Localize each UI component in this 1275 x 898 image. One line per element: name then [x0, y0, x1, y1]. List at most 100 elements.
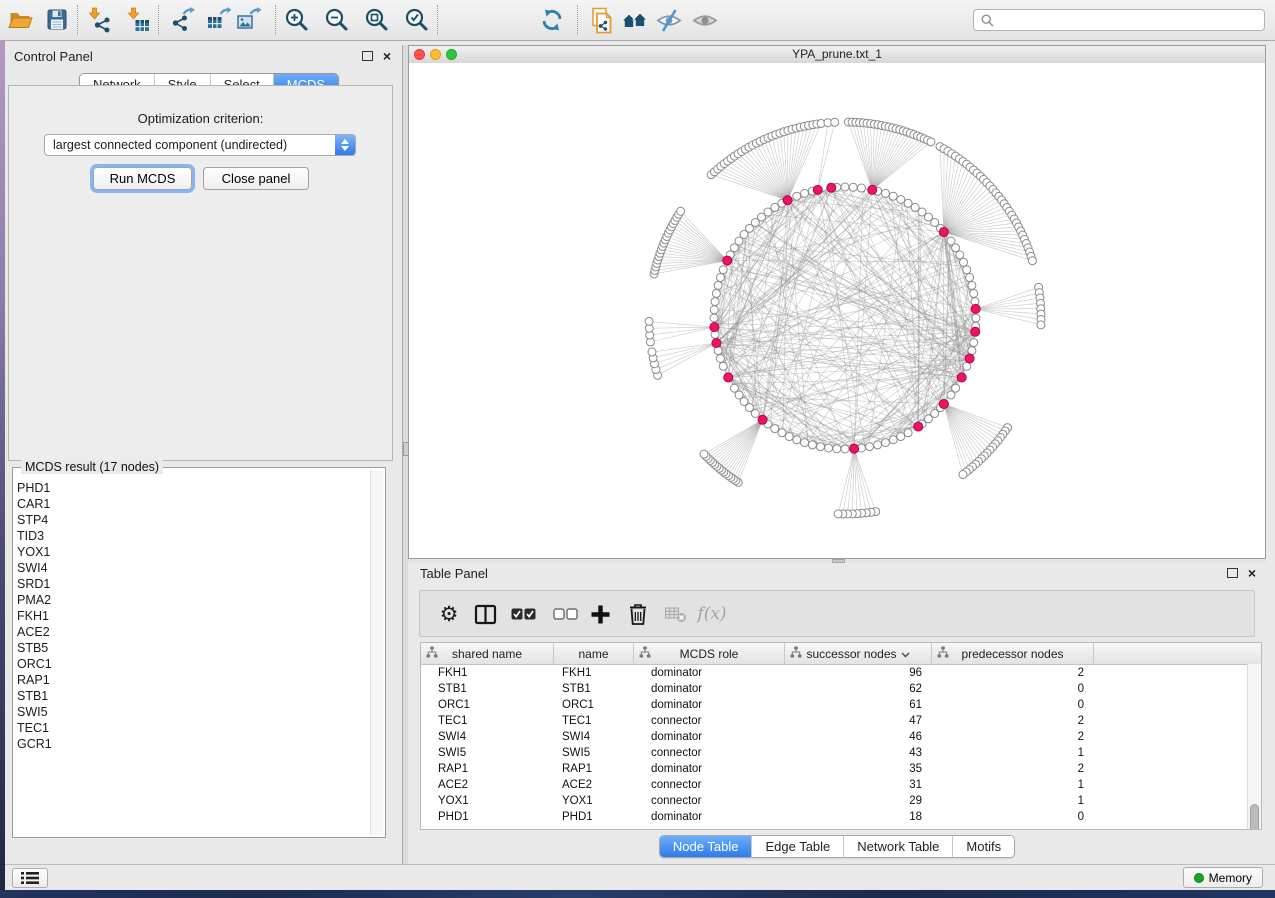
mcds-result-item[interactable]: STP4	[17, 512, 369, 528]
network-node[interactable]	[648, 348, 656, 356]
network-node[interactable]	[970, 339, 978, 347]
network-node[interactable]	[897, 195, 905, 203]
network-node[interactable]	[947, 391, 955, 399]
open-session-button[interactable]	[6, 5, 36, 35]
network-node[interactable]	[785, 433, 793, 441]
close-panel-icon[interactable]: ×	[383, 51, 391, 61]
network-node[interactable]	[825, 444, 833, 452]
network-canvas[interactable]	[409, 63, 1265, 558]
network-node-mcds[interactable]	[712, 338, 721, 347]
column-header-successor-nodes[interactable]: successor nodes	[785, 643, 932, 664]
mcds-result-item[interactable]: TID3	[17, 528, 369, 544]
scrollbar-thumb[interactable]	[1250, 804, 1259, 830]
table-row[interactable]: YOX1YOX1connector291	[421, 793, 1261, 809]
network-node[interactable]	[808, 441, 816, 449]
mcds-result-item[interactable]: PMA2	[17, 592, 369, 608]
mcds-result-item[interactable]: FKH1	[17, 608, 369, 624]
network-node-mcds[interactable]	[957, 373, 966, 382]
optimization-criterion-select[interactable]: largest connected component (undirected)	[44, 134, 356, 156]
network-node[interactable]	[849, 183, 857, 191]
network-node[interactable]	[771, 203, 779, 211]
network-node[interactable]	[927, 138, 935, 146]
table-row[interactable]: STB1STB1dominator620	[421, 681, 1261, 697]
network-node[interactable]	[889, 436, 897, 444]
network-node[interactable]	[881, 439, 889, 447]
column-header-shared-name[interactable]: shared name	[421, 643, 554, 664]
split-panel-button[interactable]	[471, 600, 499, 628]
close-panel-button[interactable]: Close panel	[203, 167, 309, 190]
network-node-mcds[interactable]	[827, 183, 836, 192]
mcds-result-item[interactable]: ACE2	[17, 624, 369, 640]
tab-edge-table[interactable]: Edge Table	[751, 836, 843, 857]
run-mcds-button[interactable]: Run MCDS	[93, 167, 192, 190]
mcds-result-item[interactable]: SWI4	[17, 560, 369, 576]
network-node[interactable]	[904, 429, 912, 437]
first-neighbors-button[interactable]	[620, 5, 650, 35]
table-row[interactable]: ORC1ORC1dominator610	[421, 697, 1261, 713]
table-row[interactable]: SWI4SWI4dominator462	[421, 729, 1261, 745]
network-node[interactable]	[866, 443, 874, 451]
network-node[interactable]	[801, 189, 809, 197]
close-panel-icon[interactable]: ×	[1248, 568, 1256, 578]
mcds-result-item[interactable]: STB1	[17, 688, 369, 704]
float-panel-icon[interactable]	[362, 51, 373, 61]
import-table-button[interactable]	[123, 5, 153, 35]
add-column-button[interactable]	[586, 600, 614, 628]
network-node[interactable]	[968, 347, 976, 355]
tab-motifs[interactable]: Motifs	[952, 836, 1014, 857]
network-window-titlebar[interactable]: YPA_prune.txt_1	[409, 46, 1265, 64]
mcds-result-item[interactable]: RAP1	[17, 672, 369, 688]
network-node[interactable]	[833, 445, 841, 453]
refresh-button[interactable]	[538, 5, 568, 35]
show-all-button[interactable]	[691, 5, 721, 35]
delete-table-button[interactable]	[662, 600, 690, 628]
network-node-mcds[interactable]	[783, 196, 792, 205]
table-scrollbar[interactable]	[1247, 664, 1261, 829]
network-node[interactable]	[793, 436, 801, 444]
column-settings-button[interactable]: ⚙	[435, 600, 463, 628]
network-node[interactable]	[801, 439, 809, 447]
network-node-mcds[interactable]	[758, 415, 767, 424]
network-node[interactable]	[897, 433, 905, 441]
mcds-result-item[interactable]: SWI5	[17, 704, 369, 720]
network-node[interactable]	[793, 192, 801, 200]
network-node[interactable]	[956, 251, 964, 259]
mcds-result-item[interactable]: ORC1	[17, 656, 369, 672]
zoom-out-button[interactable]	[323, 5, 353, 35]
network-node[interactable]	[963, 266, 971, 274]
column-header-MCDS-role[interactable]: MCDS role	[634, 643, 785, 664]
export-table-button[interactable]	[204, 5, 234, 35]
apply-function-button[interactable]: f(x)	[698, 600, 726, 628]
network-node-mcds[interactable]	[710, 323, 719, 332]
mcds-result-item[interactable]: SRD1	[17, 576, 369, 592]
column-header-predecessor-nodes[interactable]: predecessor nodes	[932, 643, 1094, 664]
table-row[interactable]: RAP1RAP1dominator352	[421, 761, 1261, 777]
network-node[interactable]	[966, 274, 974, 282]
network-graph[interactable]	[409, 63, 1265, 558]
delete-column-button[interactable]	[624, 600, 652, 628]
network-node[interactable]	[710, 306, 718, 314]
new-network-from-selection-button[interactable]	[588, 5, 618, 35]
network-node[interactable]	[710, 314, 718, 322]
export-image-button[interactable]	[234, 5, 264, 35]
network-node-mcds[interactable]	[723, 256, 732, 265]
network-node[interactable]	[952, 244, 960, 252]
deselect-all-button[interactable]	[551, 600, 579, 628]
network-node-mcds[interactable]	[965, 354, 974, 363]
network-node[interactable]	[711, 298, 719, 306]
table-row[interactable]: FKH1FKH1dominator962	[421, 665, 1261, 681]
select-all-button[interactable]	[509, 600, 537, 628]
network-node[interactable]	[677, 207, 685, 215]
network-node-mcds[interactable]	[971, 327, 980, 336]
network-node[interactable]	[719, 266, 727, 274]
network-node[interactable]	[712, 289, 720, 297]
task-history-button[interactable]	[12, 868, 48, 888]
network-node[interactable]	[831, 118, 839, 126]
network-node[interactable]	[714, 281, 722, 289]
network-node[interactable]	[700, 450, 708, 458]
network-node[interactable]	[972, 314, 980, 322]
mcds-result-item[interactable]: TEC1	[17, 720, 369, 736]
network-node-mcds[interactable]	[971, 304, 980, 313]
network-node-mcds[interactable]	[868, 185, 877, 194]
network-node[interactable]	[881, 189, 889, 197]
